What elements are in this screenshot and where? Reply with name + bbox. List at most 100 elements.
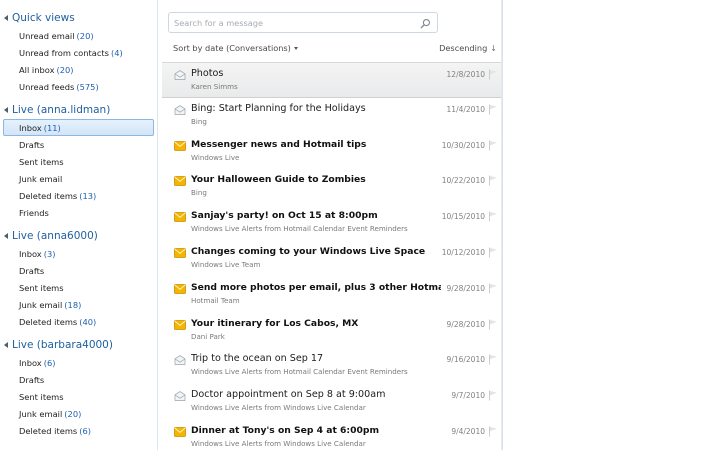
folder-deleted-items[interactable]: Deleted items (40) <box>3 313 154 330</box>
message-sender: Windows Live Alerts from Hotmail Calenda… <box>191 224 408 234</box>
folder-friends[interactable]: Friends <box>3 204 154 221</box>
message-subject: Dinner at Tony's on Sep 4 at 6:00pm <box>191 424 380 436</box>
message-row[interactable]: Messenger news and Hotmail tips Windows L… <box>162 134 501 170</box>
account-anna6000-section: Live (anna6000) Inbox (3) Drafts Sent ite… <box>0 227 157 330</box>
flag-icon[interactable] <box>488 390 498 401</box>
folder-sent-items[interactable]: Sent items <box>3 279 154 296</box>
unread-envelope-icon <box>174 283 186 294</box>
folder-label: Inbox <box>19 248 42 259</box>
folder-drafts[interactable]: Drafts <box>3 136 154 153</box>
message-row[interactable]: Sanjay's party! on Oct 15 at 8:00pm Windo… <box>162 205 501 241</box>
folder-count: (11) <box>43 122 61 133</box>
flag-icon[interactable] <box>488 211 498 222</box>
arrow-down-icon: ↓ <box>490 43 497 53</box>
folder-label: Unread email <box>19 30 75 41</box>
folder-drafts[interactable]: Drafts <box>3 371 154 388</box>
folder-deleted-items[interactable]: Deleted items (6) <box>3 422 154 439</box>
search-box[interactable] <box>168 12 438 33</box>
message-subject: Bing: Start Planning for the Holidays <box>191 102 366 114</box>
unread-envelope-icon <box>174 140 186 151</box>
collapse-triangle-icon[interactable] <box>4 342 8 348</box>
message-date: 9/7/2010 <box>451 391 485 401</box>
message-date: 11/4/2010 <box>446 104 485 114</box>
read-envelope-icon <box>174 104 186 115</box>
message-sender: Windows Live Alerts from Windows Live Ca… <box>191 403 366 413</box>
flag-icon[interactable] <box>488 104 498 115</box>
message-row[interactable]: Photos Karen Simms 12/8/2010 <box>162 62 501 98</box>
message-subject: Sanjay's party! on Oct 15 at 8:00pm <box>191 210 378 222</box>
message-sender: Windows Live <box>191 152 240 162</box>
folder-junk-email[interactable]: Junk email (20) <box>3 405 154 422</box>
folder-sent-items[interactable]: Sent items <box>3 153 154 170</box>
collapse-triangle-icon[interactable] <box>4 107 8 113</box>
folder-junk-email[interactable]: Junk email (18) <box>3 296 154 313</box>
flag-icon[interactable] <box>488 140 498 151</box>
message-sender: Windows Live Team <box>191 259 261 269</box>
account-barbara4000-header[interactable]: Live (barbara4000) <box>0 336 157 354</box>
quick-view-unread-from-contacts[interactable]: Unread from contacts (4) <box>3 44 154 61</box>
flag-icon[interactable] <box>488 354 498 365</box>
folder-deleted-items[interactable]: Deleted items (13) <box>3 187 154 204</box>
quick-view-all-inbox[interactable]: All inbox (20) <box>3 61 154 78</box>
message-list-pane: Sort by date (Conversations) Descending … <box>160 0 502 450</box>
message-row[interactable]: Bing: Start Planning for the Holidays Bin… <box>162 98 501 134</box>
unread-envelope-icon <box>174 212 186 223</box>
account-anna-lidman-header[interactable]: Live (anna.lidman) <box>0 101 157 119</box>
message-row[interactable]: Changes coming to your Windows Live Spac… <box>162 241 501 277</box>
message-sender: Bing <box>191 116 207 126</box>
message-sender: Windows Live Alerts from Windows Live Ca… <box>191 438 366 448</box>
section-title: Live (anna.lidman) <box>12 104 111 116</box>
unread-envelope-icon <box>174 248 186 258</box>
message-row[interactable]: Doctor appointment on Sep 8 at 9:00am Win… <box>162 384 501 420</box>
message-subject: Trip to the ocean on Sep 17 <box>191 353 324 365</box>
quick-views-section: Quick views Unread email (20) Unread from… <box>0 9 157 95</box>
message-row[interactable]: Trip to the ocean on Sep 17 Windows Live … <box>162 348 501 384</box>
flag-icon[interactable] <box>488 426 498 437</box>
read-envelope-icon <box>174 391 186 402</box>
folder-label: Deleted items <box>19 425 78 436</box>
unread-envelope-icon <box>174 427 186 437</box>
message-row[interactable]: Your Halloween Guide to Zombies Bing 10/22… <box>162 169 501 205</box>
folder-inbox[interactable]: Inbox (11) <box>3 119 154 136</box>
list-scrollbar[interactable] <box>501 0 502 450</box>
collapse-triangle-icon[interactable] <box>4 233 8 239</box>
quick-views-header[interactable]: Quick views <box>0 9 157 27</box>
message-date: 9/16/2010 <box>446 355 485 365</box>
flag-icon[interactable] <box>488 69 498 80</box>
folder-count: (4) <box>110 47 123 58</box>
folder-label: Unread from contacts <box>19 47 109 58</box>
message-sender: Dani Park <box>191 331 225 341</box>
folder-drafts[interactable]: Drafts <box>3 262 154 279</box>
folder-junk-email[interactable]: Junk email <box>3 170 154 187</box>
message-sender: Hotmail Team <box>191 295 240 305</box>
message-date: 10/30/2010 <box>441 140 485 150</box>
folder-label: Drafts <box>19 139 45 150</box>
folder-label: Junk email <box>19 173 63 184</box>
search-input[interactable] <box>174 17 419 28</box>
flag-icon[interactable] <box>488 283 498 294</box>
folder-sent-items[interactable]: Sent items <box>3 388 154 405</box>
flag-icon[interactable] <box>488 319 498 330</box>
collapse-triangle-icon[interactable] <box>4 15 8 21</box>
account-anna6000-header[interactable]: Live (anna6000) <box>0 227 157 245</box>
message-sender: Bing <box>191 188 207 198</box>
folder-label: Deleted items <box>19 190 78 201</box>
sort-bar: Sort by date (Conversations) Descending … <box>173 42 499 54</box>
flag-icon[interactable] <box>488 247 498 258</box>
message-row[interactable]: Your itinerary for Los Cabos, MX Dani Par… <box>162 313 501 349</box>
folder-count: (40) <box>79 316 97 327</box>
search-icon[interactable] <box>420 18 431 29</box>
message-subject: Your Halloween Guide to Zombies <box>191 174 366 186</box>
message-row[interactable]: Send more photos per email, plus 3 other… <box>162 277 501 313</box>
folder-label: Deleted items <box>19 316 78 327</box>
quick-view-unread-email[interactable]: Unread email (20) <box>3 27 154 44</box>
quick-view-unread-feeds[interactable]: Unread feeds (575) <box>3 78 154 95</box>
folder-inbox[interactable]: Inbox (6) <box>3 354 154 371</box>
sort-by-dropdown[interactable]: Sort by date (Conversations) <box>173 43 298 53</box>
message-date: 12/8/2010 <box>446 70 485 79</box>
sort-order-toggle[interactable]: Descending ↓ <box>439 43 497 53</box>
folder-label: Sent items <box>19 156 64 167</box>
folder-inbox[interactable]: Inbox (3) <box>3 245 154 262</box>
flag-icon[interactable] <box>488 175 498 186</box>
message-row[interactable]: Dinner at Tony's on Sep 4 at 6:00pm Windo… <box>162 420 501 450</box>
